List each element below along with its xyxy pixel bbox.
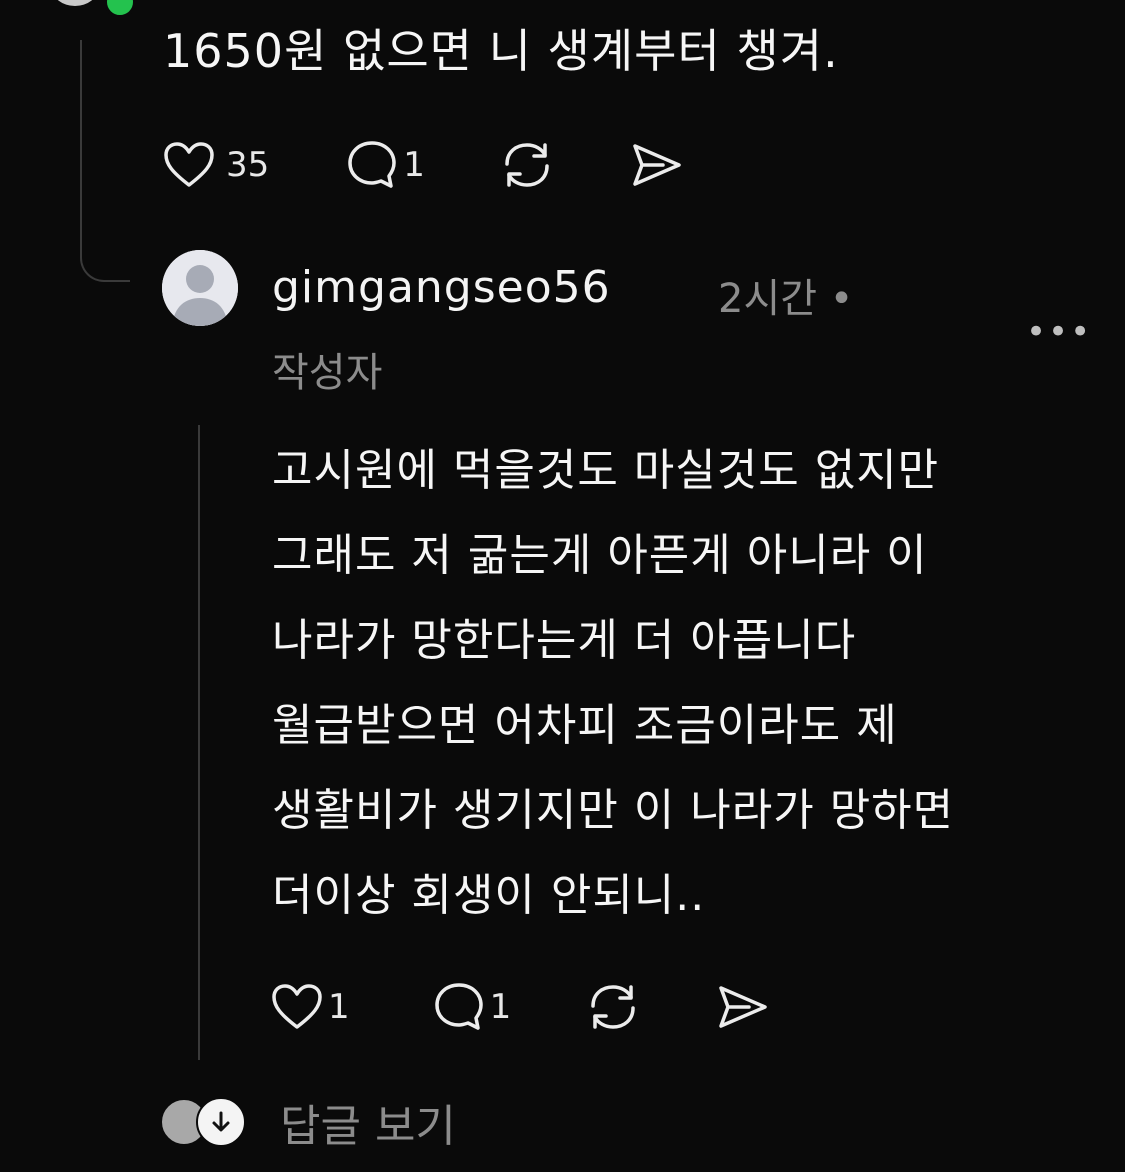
comment-count: 1 [489, 987, 512, 1027]
reply-text-line: 더이상 회생이 안되니.. [272, 870, 706, 921]
reply-text-line: 월급받으면 어차피 조금이라도 제 [272, 700, 898, 751]
username[interactable]: gimgangseo56 [272, 262, 611, 313]
post-actions: 35 1 [162, 138, 685, 192]
repost-icon [505, 143, 549, 187]
avatar[interactable] [52, 0, 98, 6]
reply-text-line: 생활비가 생기지만 이 나라가 망하면 [272, 785, 955, 836]
reply-actions: 1 1 [270, 980, 771, 1034]
heart-icon [272, 984, 322, 1029]
more-icon[interactable]: ••• [1026, 312, 1092, 352]
repost-icon [591, 985, 636, 1029]
share-button[interactable] [715, 982, 771, 1032]
online-status-dot [104, 0, 136, 18]
comment-icon [434, 983, 483, 1030]
repost-button[interactable] [585, 980, 641, 1034]
heart-icon [164, 142, 214, 187]
thread-connector [80, 40, 130, 282]
send-icon [633, 144, 681, 186]
timestamp: 2시간 • [718, 276, 854, 322]
comment-button[interactable]: 1 [432, 980, 512, 1034]
reply-text-line: 고시원에 먹을것도 마실것도 없지만 [272, 445, 940, 496]
avatar[interactable] [162, 250, 238, 326]
like-count: 35 [226, 145, 270, 185]
like-button[interactable]: 35 [162, 140, 269, 190]
user-placeholder-icon [162, 250, 238, 326]
like-count: 1 [328, 987, 350, 1027]
view-replies-button[interactable]: 답글 보기 [160, 1090, 456, 1154]
reply-text: 고시원에 먹을것도 마실것도 없지만 그래도 저 굶는게 아픈게 아니라 이 나… [272, 428, 1092, 938]
arrow-down-icon [196, 1097, 246, 1147]
send-icon [719, 986, 768, 1028]
comment-button[interactable]: 1 [345, 138, 425, 192]
thread-line [198, 425, 200, 1060]
comment-count: 1 [403, 145, 425, 185]
author-badge: 작성자 [272, 350, 383, 396]
like-button[interactable]: 1 [270, 982, 350, 1032]
view-replies-label: 답글 보기 [280, 1101, 456, 1152]
reply-text-line: 그래도 저 굶는게 아픈게 아니라 이 [272, 530, 928, 581]
comment-icon [348, 141, 397, 188]
share-button[interactable] [629, 140, 685, 190]
repost-button[interactable] [499, 138, 555, 192]
reply-text-line: 나라가 망한다는게 더 아픕니다 [272, 615, 857, 666]
post-text: 1650원 없으면 니 생계부터 챙겨. [163, 24, 839, 78]
